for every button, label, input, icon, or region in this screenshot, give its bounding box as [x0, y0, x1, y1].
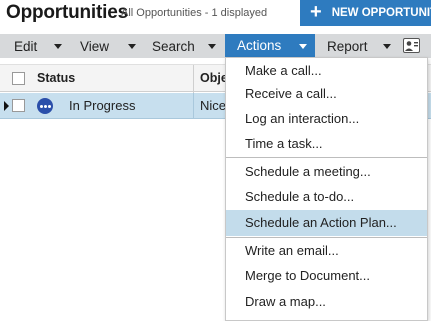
- in-progress-status-icon: [37, 98, 53, 114]
- edit-chevron-down-icon[interactable]: [54, 44, 62, 49]
- view-chevron-down-icon[interactable]: [128, 44, 136, 49]
- menu-item-merge-document[interactable]: Merge to Document...: [226, 263, 427, 289]
- column-settings-icon[interactable]: [403, 38, 420, 53]
- view-menu[interactable]: View: [80, 34, 109, 58]
- column-divider[interactable]: [193, 65, 194, 93]
- search-chevron-down-icon[interactable]: [208, 44, 216, 49]
- menu-divider: [226, 157, 427, 158]
- select-all-checkbox[interactable]: [12, 72, 25, 85]
- current-row-indicator-icon: [4, 101, 9, 111]
- actions-menu-button[interactable]: Actions: [225, 34, 315, 58]
- menu-item-schedule-action-plan[interactable]: Schedule an Action Plan...: [226, 210, 427, 236]
- report-menu-label: Report: [327, 38, 368, 54]
- actions-dropdown-menu: Make a call... Receive a call... Log an …: [225, 57, 428, 321]
- row-checkbox[interactable]: [12, 99, 25, 112]
- edit-menu[interactable]: Edit: [14, 34, 37, 58]
- page-title: Opportunities: [6, 2, 128, 23]
- report-menu[interactable]: Report: [327, 34, 368, 58]
- report-chevron-down-icon[interactable]: [383, 44, 391, 49]
- page-header: Opportunities All Opportunities - 1 disp…: [0, 0, 431, 34]
- menu-item-receive-call[interactable]: Receive a call...: [226, 81, 427, 107]
- plus-icon: +: [310, 1, 322, 23]
- actions-chevron-down-icon: [299, 44, 307, 49]
- menu-item-schedule-meeting[interactable]: Schedule a meeting...: [226, 159, 427, 185]
- menu-item-write-email[interactable]: Write an email...: [226, 238, 427, 264]
- menu-item-draw-map[interactable]: Draw a map...: [226, 289, 427, 315]
- row-objective-text: Nice: [200, 98, 227, 113]
- row-column-divider: [193, 93, 194, 119]
- menu-item-schedule-todo[interactable]: Schedule a to-do...: [226, 184, 427, 210]
- view-menu-label: View: [80, 38, 110, 54]
- menu-item-time-task[interactable]: Time a task...: [226, 131, 427, 157]
- record-count-label: All Opportunities - 1 displayed: [121, 7, 268, 19]
- column-header-status[interactable]: Status: [37, 71, 75, 85]
- search-menu[interactable]: Search: [152, 34, 195, 58]
- row-status-text: In Progress: [69, 98, 136, 113]
- menu-item-log-interaction[interactable]: Log an interaction...: [226, 106, 427, 132]
- new-opportunity-label: NEW OPPORTUNITY: [331, 7, 431, 19]
- edit-menu-label: Edit: [14, 38, 38, 54]
- actions-menu-label: Actions: [237, 38, 282, 53]
- search-menu-label: Search: [152, 38, 195, 54]
- new-opportunity-button[interactable]: + NEW OPPORTUNITY: [300, 0, 431, 26]
